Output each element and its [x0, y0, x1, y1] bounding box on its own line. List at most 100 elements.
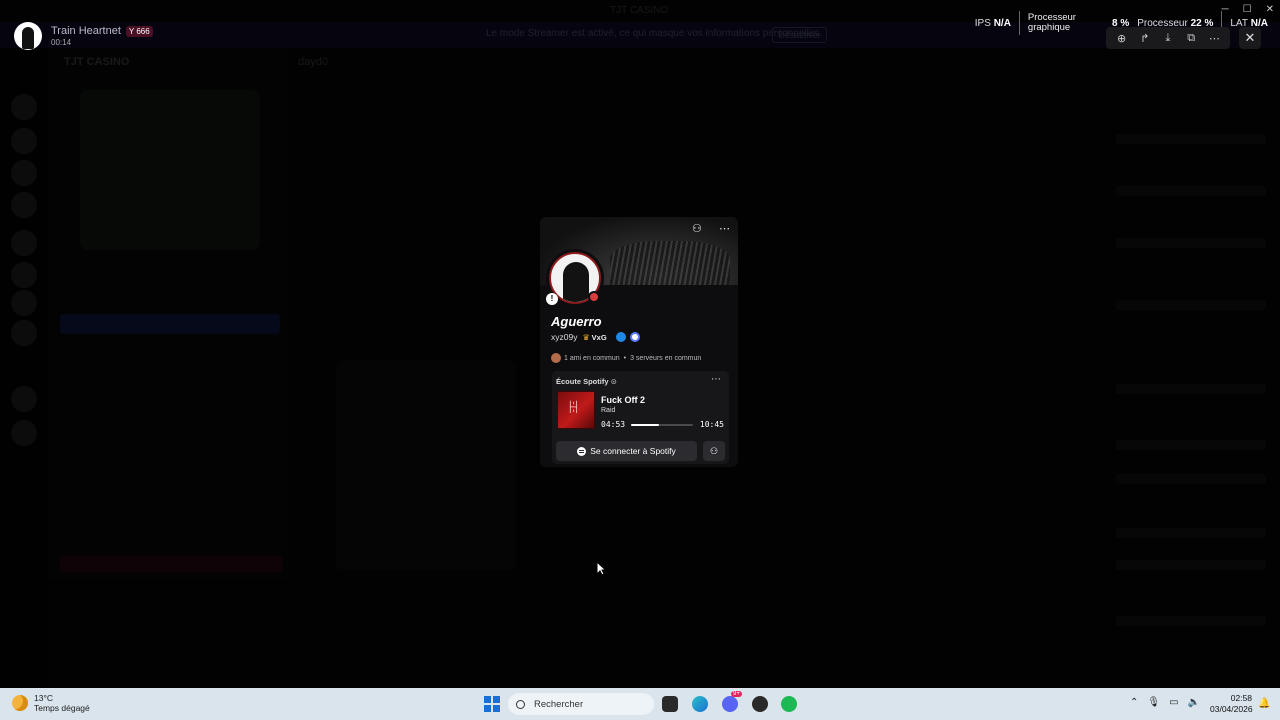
add-friend-button[interactable]: ⚇ — [703, 441, 725, 461]
ips-label: IPS — [974, 17, 991, 29]
more-icon[interactable]: ⋯ — [1206, 32, 1222, 45]
recording-elapsed: 00:14 — [51, 38, 72, 47]
user-panel — [48, 580, 288, 688]
guild-name[interactable]: TJT CASINO — [64, 56, 129, 68]
member-item[interactable] — [1116, 134, 1266, 144]
add-friend-icon[interactable]: ⚇ — [692, 222, 702, 235]
microphone-icon[interactable]: 🎙 — [1147, 697, 1160, 708]
profile-popout: ⚇ ⋯ ! Aguerro xyz09y ♛ VxG 1 ami en comm… — [540, 217, 738, 467]
download-icon[interactable]: ⤓ — [1160, 32, 1176, 45]
volume-icon[interactable]: 🔈 — [1188, 697, 1200, 708]
crown-icon: ♛ — [582, 332, 590, 342]
temperature: 13°C — [34, 693, 53, 703]
member-item[interactable] — [1116, 528, 1266, 538]
windows-start-icon[interactable] — [484, 696, 500, 712]
nitro-badge-icon[interactable] — [615, 332, 626, 342]
boost-badge-icon[interactable] — [629, 332, 640, 342]
overlay-toolbar: ⊕ ↱ ⤓ ⧉ ⋯ — [1106, 27, 1230, 49]
weather-widget[interactable]: 13°C Temps dégagé — [12, 693, 90, 713]
track-progress-bar — [631, 424, 693, 426]
search-icon — [516, 699, 525, 709]
taskbar: 13°C Temps dégagé Rechercher 9+ ⌃ 🎙 ▭ 🔈 … — [0, 688, 1280, 720]
discord-icon[interactable] — [722, 696, 738, 712]
server-icon[interactable] — [11, 94, 37, 120]
guild-action-button[interactable] — [60, 314, 280, 334]
clock-date: 03/04/2026 — [1210, 704, 1253, 714]
streamer-mode-disable-button[interactable]: Désactiver — [772, 27, 827, 43]
guild-tag[interactable]: ♛ VxG — [582, 333, 606, 342]
network-icon[interactable]: ▭ — [1169, 697, 1178, 708]
search-placeholder: Rechercher — [534, 698, 584, 710]
more-options-icon[interactable]: ⋯ — [719, 222, 730, 235]
track-title[interactable]: Fuck Off 2 — [601, 395, 645, 405]
taskbar-search[interactable]: Rechercher — [508, 693, 654, 715]
recording-badge-count: 666 — [136, 26, 150, 36]
share-icon[interactable]: ↱ — [1137, 32, 1153, 45]
track-artist[interactable]: Raid — [601, 407, 615, 414]
ips-value: N/A — [993, 17, 1011, 29]
spotify-activity-card: Écoute Spotify ⊙ ⋯ Fuck Off 2 Raid 04:53… — [552, 371, 729, 464]
server-icon[interactable] — [11, 128, 37, 154]
server-icon[interactable] — [11, 192, 37, 218]
gpu-label: Processeur graphique — [1028, 13, 1076, 33]
username: xyz09y — [551, 332, 578, 342]
track-progress-fill — [631, 424, 660, 426]
recording-badge: Y 666 — [125, 25, 153, 37]
spotify-taskbar-icon[interactable] — [781, 696, 797, 712]
mutual-friend-avatar — [551, 353, 561, 363]
spotify-connect-label: Se connecter à Spotify — [590, 446, 676, 456]
track-elapsed: 04:53 — [601, 420, 626, 429]
server-icon[interactable] — [11, 262, 37, 288]
spotify-connect-button[interactable]: Se connecter à Spotify — [556, 441, 697, 461]
gpu-label-line-2: graphique — [1027, 22, 1071, 33]
recording-title: Train Heartnet — [51, 25, 121, 37]
profile-popout-ghost — [336, 360, 516, 570]
server-icon[interactable] — [11, 230, 37, 256]
member-item[interactable] — [1116, 474, 1266, 484]
popout-icon[interactable]: ⧉ — [1183, 32, 1199, 45]
member-item[interactable] — [1116, 440, 1266, 450]
server-icon[interactable] — [11, 420, 37, 446]
server-icon[interactable] — [11, 160, 37, 186]
member-item[interactable] — [1116, 300, 1266, 310]
chevron-up-icon[interactable]: ⌃ — [1130, 697, 1138, 708]
zoom-icon[interactable]: ⊕ — [1114, 32, 1130, 45]
server-icon[interactable] — [11, 386, 37, 412]
avatar-decoration-icon: ! — [546, 293, 558, 305]
activity-more-icon[interactable]: ⋯ — [711, 374, 721, 385]
mutual-servers[interactable]: 3 serveurs en commun — [630, 355, 701, 362]
member-item[interactable] — [1116, 186, 1266, 196]
member-item[interactable] — [1116, 384, 1266, 394]
activity-header: Écoute Spotify ⊙ — [556, 377, 617, 386]
album-cover[interactable] — [557, 391, 595, 429]
edge-icon[interactable] — [692, 696, 708, 712]
steam-icon[interactable] — [752, 696, 768, 712]
recording-avatar — [14, 22, 42, 50]
guild-banner-image — [80, 90, 260, 250]
display-name: Aguerro — [551, 314, 602, 329]
server-icon[interactable] — [11, 290, 37, 316]
discord-badge: 9+ — [731, 691, 742, 697]
notification-bell-icon[interactable]: 🔔 — [1258, 698, 1270, 709]
divider — [1018, 11, 1020, 35]
task-view-icon[interactable] — [662, 696, 678, 712]
member-item[interactable] — [1116, 616, 1266, 626]
info-icon[interactable]: ⊙ — [611, 377, 617, 386]
channel-header: dayd0 — [298, 56, 328, 68]
recording-indicator: Train Heartnet Y 666 00:14 — [14, 22, 153, 50]
activity-header-label: Écoute Spotify — [556, 377, 609, 386]
track-duration: 10:45 — [699, 420, 724, 429]
mutual-friends[interactable]: 1 ami en commun — [564, 355, 620, 362]
guild-tag-label: VxG — [591, 332, 607, 342]
weather-condition: Temps dégagé — [34, 703, 90, 713]
overlay-close-icon[interactable]: ✕ — [1239, 27, 1261, 49]
window-title: TJT CASINO — [610, 5, 669, 16]
guild-alert-bar — [60, 556, 282, 572]
clock[interactable]: 02:58 03/04/2026 — [1210, 693, 1253, 715]
member-item[interactable] — [1116, 560, 1266, 570]
dnd-status-icon — [588, 291, 600, 303]
system-tray: ⌃ 🎙 ▭ 🔈 — [1130, 697, 1200, 708]
moon-icon — [12, 695, 28, 711]
member-item[interactable] — [1116, 238, 1266, 248]
server-icon[interactable] — [11, 320, 37, 346]
